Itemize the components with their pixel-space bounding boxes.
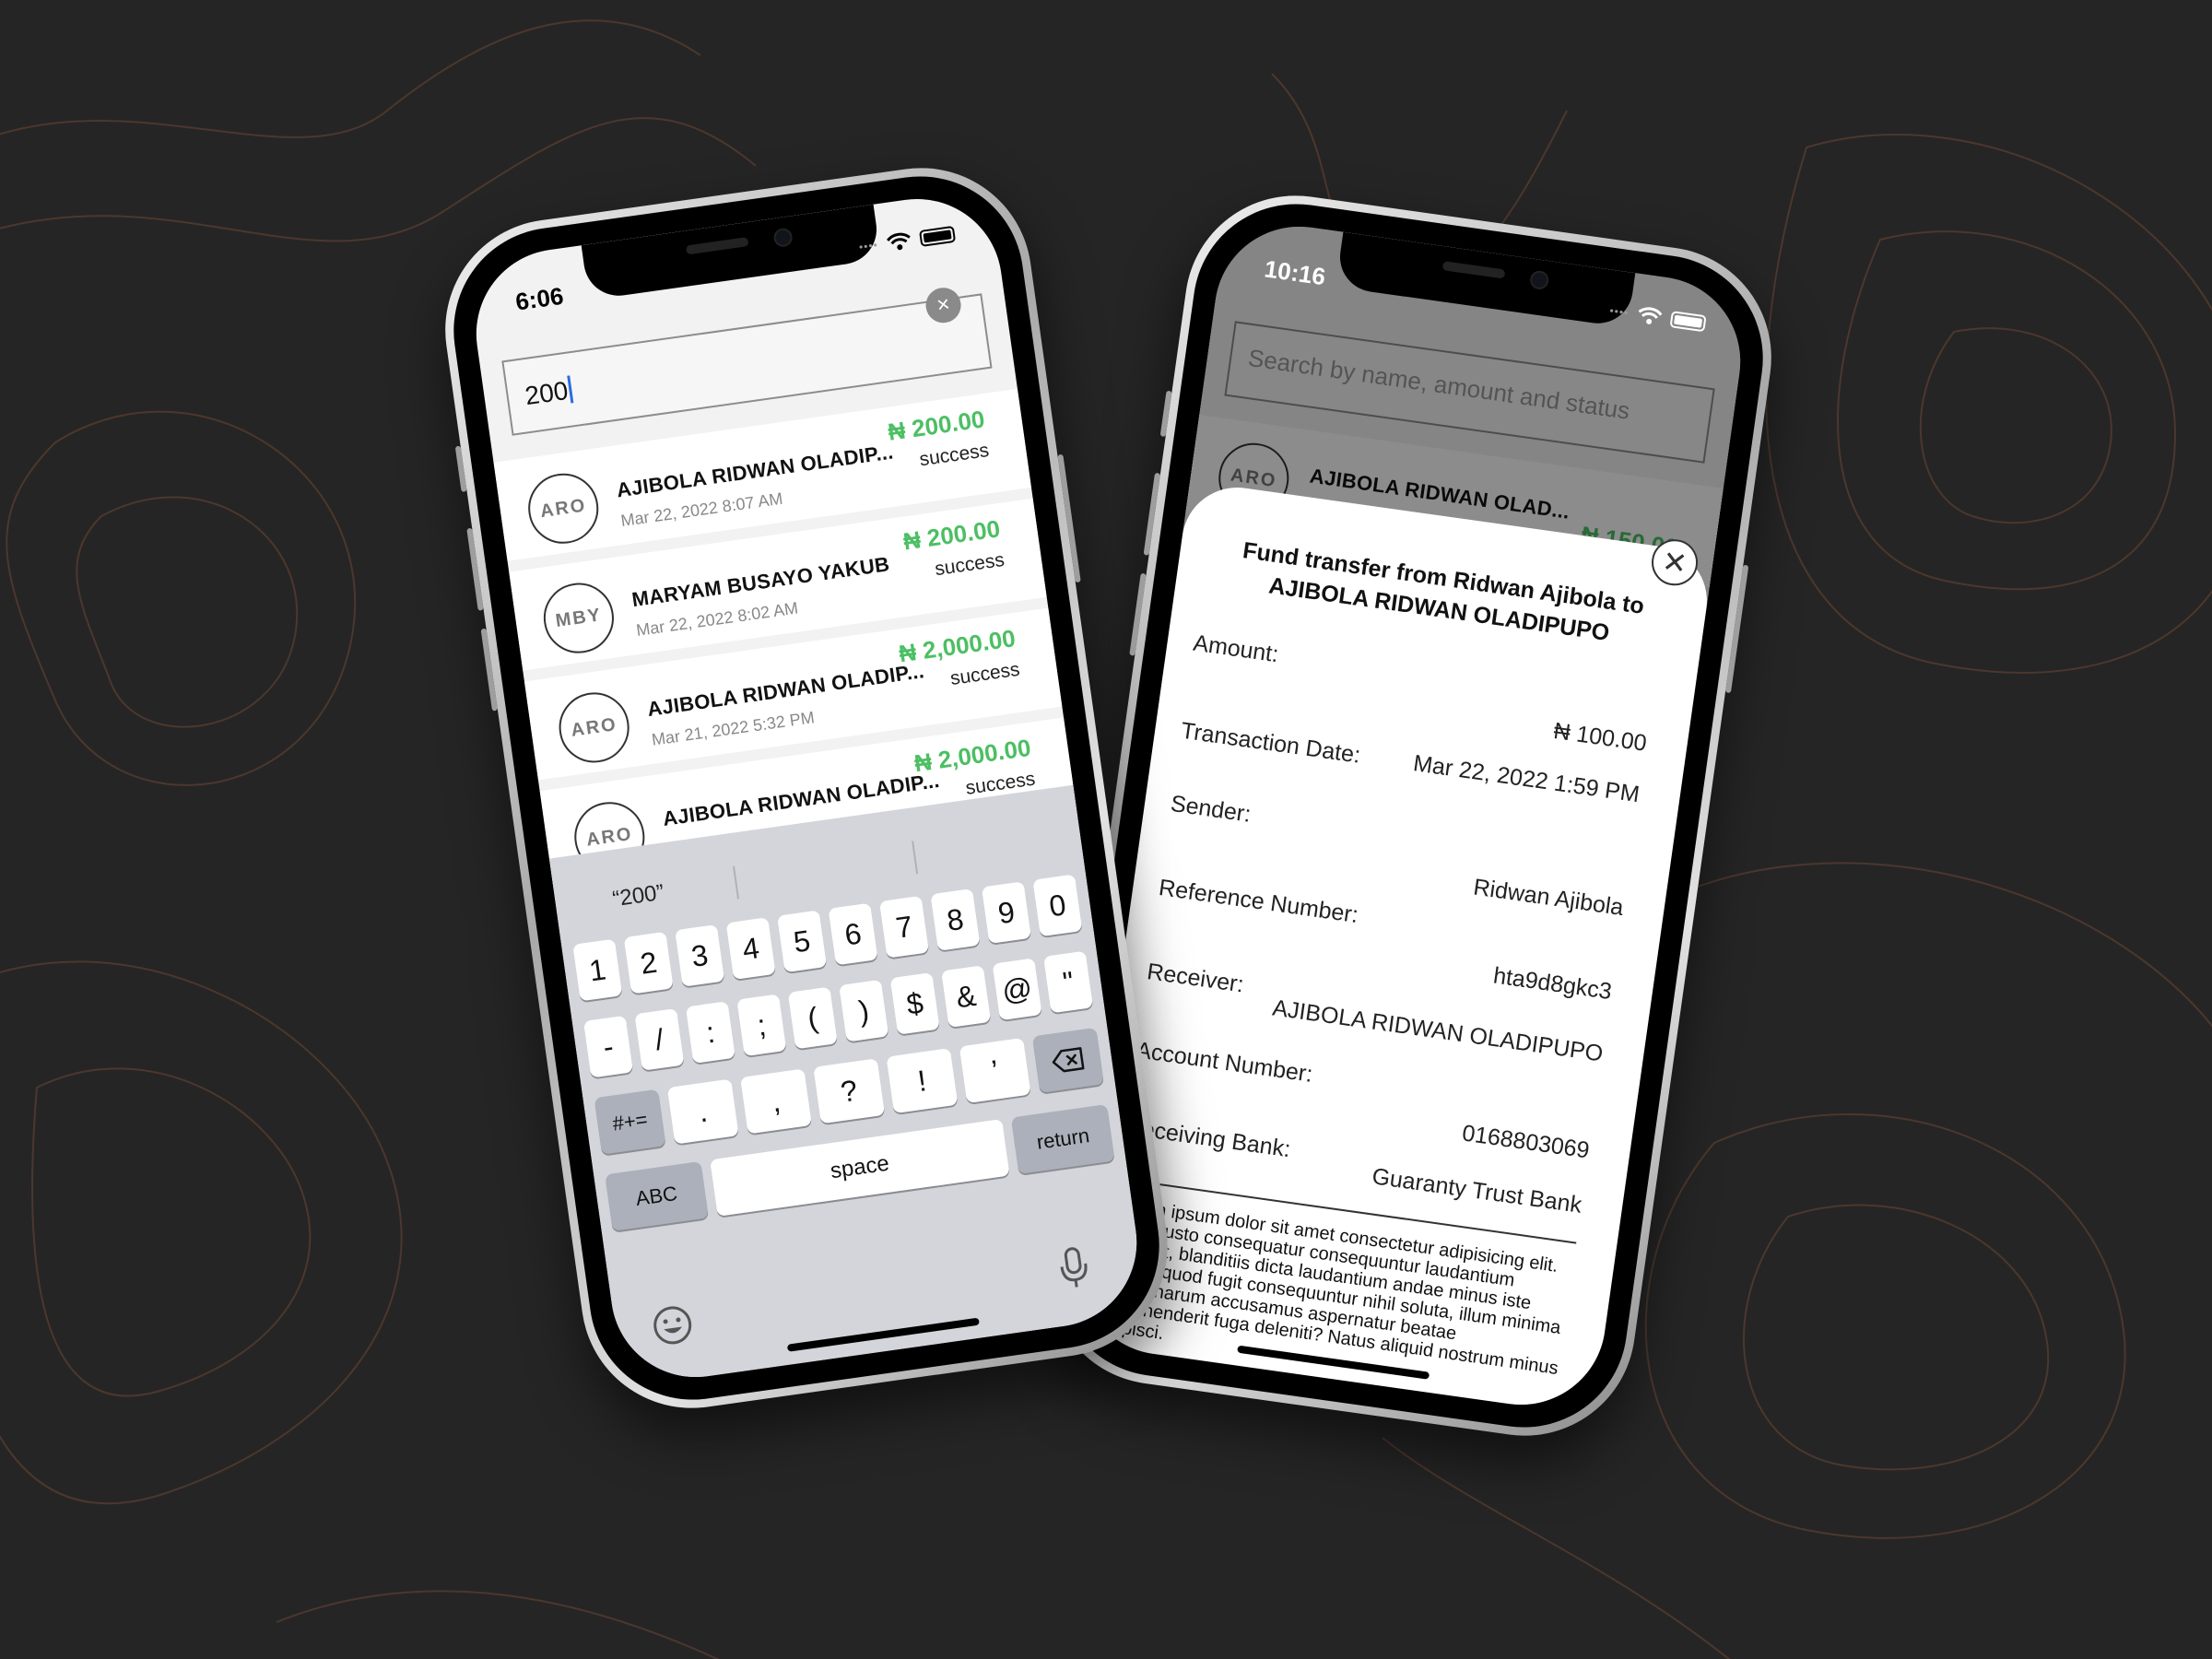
left-screen: 6:06 •••• 200 × ARO AJIBOLA RIDWAN OLADI…: [465, 188, 1148, 1388]
key[interactable]: 1: [572, 938, 623, 1002]
front-camera: [772, 227, 794, 249]
transaction-status: success: [933, 548, 1006, 581]
sheet-title: Fund transfer from Ridwan Ajibola to AJI…: [1241, 537, 1646, 646]
detail-label-amount: Amount:: [1191, 629, 1280, 668]
delete-key[interactable]: [1031, 1027, 1104, 1093]
key[interactable]: 5: [777, 910, 828, 973]
detail-value-date: Mar 22, 2022 1:59 PM: [1411, 750, 1641, 808]
signal-icon: ••••: [1608, 303, 1630, 320]
key[interactable]: ): [839, 979, 889, 1042]
close-circle-icon: ×: [935, 291, 952, 319]
detail-value-receiver: AJIBOLA RIDWAN OLADIPUPO: [1270, 994, 1605, 1067]
key[interactable]: .: [666, 1078, 739, 1145]
microphone-icon: [1060, 1247, 1088, 1288]
abc-key[interactable]: ABC: [605, 1160, 709, 1231]
detail-label-sender: Sender:: [1169, 790, 1253, 828]
key[interactable]: 8: [930, 888, 981, 951]
emoji-icon: [653, 1306, 692, 1345]
right-screen: 10:16 •••• Search by name, amount and st…: [1068, 216, 1752, 1416]
space-key[interactable]: space: [709, 1118, 1011, 1217]
battery-icon: [919, 225, 957, 247]
key[interactable]: :: [685, 1001, 735, 1064]
avatar: ARO: [554, 688, 634, 768]
key[interactable]: ?: [813, 1058, 886, 1124]
key[interactable]: 4: [725, 917, 776, 980]
key[interactable]: &: [941, 965, 992, 1029]
key[interactable]: 2: [623, 931, 674, 994]
key[interactable]: ,: [740, 1068, 812, 1135]
key[interactable]: ’: [959, 1037, 1031, 1104]
detail-value-reference: hta9d8gkc3: [1491, 962, 1614, 1006]
signal-icon: ••••: [858, 238, 879, 254]
avatar: ARO: [524, 468, 604, 548]
key[interactable]: 3: [675, 924, 725, 987]
front-camera: [1528, 269, 1550, 291]
key[interactable]: /: [634, 1007, 685, 1071]
key[interactable]: @: [992, 958, 1042, 1021]
wifi-icon: [886, 232, 911, 251]
key[interactable]: $: [889, 971, 940, 1035]
status-time: 6:06: [513, 281, 566, 316]
close-icon: ✕: [1660, 544, 1689, 581]
detail-label-account: Account Number:: [1134, 1037, 1314, 1088]
key[interactable]: 9: [981, 881, 1032, 945]
return-key[interactable]: return: [1011, 1103, 1115, 1174]
emoji-button[interactable]: [650, 1302, 697, 1358]
key[interactable]: 6: [828, 902, 878, 966]
detail-label-date: Transaction Date:: [1179, 717, 1362, 769]
key[interactable]: ": [1042, 950, 1094, 1014]
avatar: MBY: [539, 578, 618, 658]
transaction-amount: ₦ 200.00: [886, 405, 987, 446]
key[interactable]: ;: [736, 994, 787, 1057]
detail-value-amount: ₦ 100.00: [1551, 717, 1649, 757]
key[interactable]: !: [886, 1048, 959, 1114]
dictation-button[interactable]: [1056, 1245, 1092, 1296]
suggestion-item[interactable]: “200”: [611, 880, 665, 913]
detail-value-sender: Ridwan Ajibola: [1471, 874, 1626, 922]
detail-label-receiver: Receiver:: [1145, 959, 1246, 998]
transaction-detail-sheet: Fund transfer from Ridwan Ajibola to AJI…: [1068, 480, 1714, 1416]
backspace-icon: [1052, 1047, 1085, 1073]
transaction-amount: ₦ 200.00: [901, 514, 1002, 556]
key[interactable]: 0: [1032, 874, 1083, 937]
keyboard: “200” 1 2 3 4 5 6 7 8 9 0 - /: ; () $ …: [548, 784, 1148, 1388]
transaction-status: success: [948, 658, 1021, 689]
wifi-icon: [1638, 307, 1663, 324]
keyboard-accessory-row: [612, 1232, 1145, 1370]
detail-label-reference: Reference Number:: [1157, 874, 1360, 929]
key[interactable]: 7: [878, 895, 930, 959]
key[interactable]: (: [787, 986, 838, 1050]
detail-value-bank: Guaranty Trust Bank: [1370, 1163, 1583, 1218]
battery-icon: [1669, 311, 1707, 333]
detail-value-account: 0168803069: [1460, 1120, 1592, 1164]
symbols-toggle-key[interactable]: #+=: [594, 1088, 666, 1155]
search-value[interactable]: 200: [524, 375, 574, 411]
key[interactable]: -: [582, 1015, 634, 1078]
clear-search-button[interactable]: ×: [924, 285, 964, 325]
transaction-status: success: [918, 440, 991, 471]
notch: [581, 204, 881, 300]
note-text: Lorem ipsum dolor sit amet consectetur a…: [1096, 1194, 1562, 1380]
